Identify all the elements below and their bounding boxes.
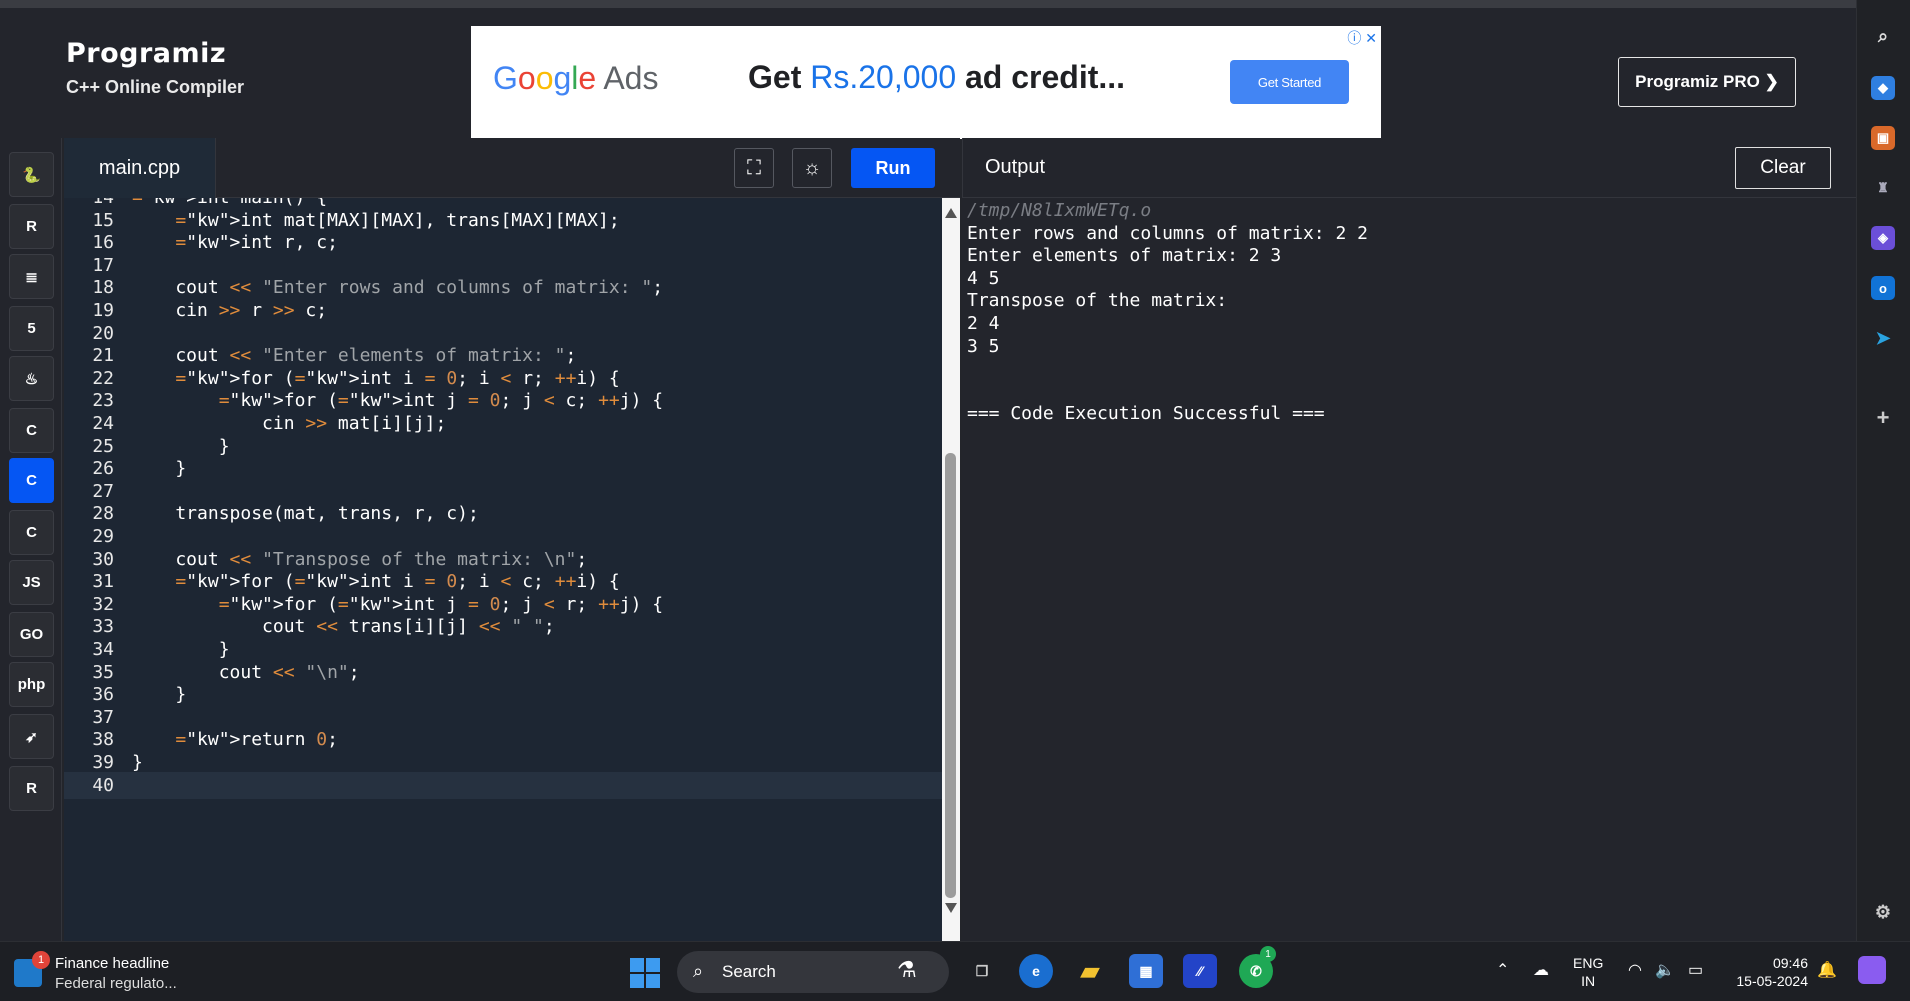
ad-get-started-button[interactable]: Get Started	[1230, 60, 1349, 104]
onedrive-icon[interactable]: ☁	[1533, 960, 1549, 980]
copilot-taskbar-icon[interactable]	[1858, 956, 1886, 984]
code-editor[interactable]: 14="kw">int main() {15 ="kw">int mat[MAX…	[64, 198, 942, 941]
editor-toolbar: main.cpp ⛶ ☼ Run	[64, 138, 960, 198]
r-icon[interactable]: R	[9, 204, 54, 249]
settings-gear-icon[interactable]: ⚙	[1871, 900, 1895, 924]
code-line[interactable]: 40	[64, 771, 942, 799]
editor-scrollbar[interactable]	[942, 198, 960, 941]
wifi-icon[interactable]: ◠	[1628, 960, 1642, 980]
top-bar: Programiz C++ Online Compiler Google Ads…	[0, 0, 1856, 139]
tab-main-cpp[interactable]: main.cpp	[64, 138, 216, 198]
store-icon[interactable]: ▦	[1129, 954, 1163, 988]
rust-icon[interactable]: R	[9, 766, 54, 811]
battery-icon[interactable]: ▭	[1688, 960, 1703, 980]
clear-button[interactable]: Clear	[1735, 147, 1831, 189]
shopping-tag-icon[interactable]: ◆	[1871, 76, 1895, 100]
notification-bell-icon[interactable]: 🔔	[1817, 960, 1837, 980]
brand[interactable]: Programiz C++ Online Compiler	[66, 38, 244, 98]
java-icon[interactable]: ♨	[9, 356, 54, 401]
add-icon[interactable]: +	[1871, 405, 1895, 430]
browser-side-panel: ⌕ ◆ ▣ ♜ ◈ o ➤ + ⚙	[1856, 0, 1910, 941]
output-line: Enter rows and columns of matrix: 2 2	[967, 222, 1368, 244]
tools-icon[interactable]: ▣	[1871, 126, 1895, 150]
edge-browser-icon[interactable]: e	[1019, 954, 1053, 988]
windows-start-icon[interactable]	[630, 958, 660, 988]
js-icon[interactable]: JS	[9, 560, 54, 605]
cpp-icon[interactable]: C	[9, 458, 54, 503]
input-language[interactable]: ENG IN	[1573, 954, 1603, 990]
copilot-icon[interactable]: ◈	[1871, 226, 1895, 250]
output-line: 2 4	[967, 313, 1000, 334]
php-icon[interactable]: php	[9, 662, 54, 707]
output-line: 4 5	[967, 267, 1000, 289]
scrollbar-thumb[interactable]	[945, 453, 956, 898]
task-view-icon[interactable]: ❐	[965, 954, 999, 988]
clock[interactable]: 09:46 15-05-2024	[1726, 954, 1808, 990]
chevron-up-icon[interactable]: ⌃	[1496, 960, 1509, 980]
scroll-down-icon[interactable]	[945, 903, 957, 913]
search-icon[interactable]: ⌕	[1871, 24, 1895, 48]
app-window: Programiz C++ Online Compiler Google Ads…	[0, 0, 1910, 1001]
html-icon[interactable]: 5	[9, 306, 54, 351]
app-icon[interactable]: ⁄⁄	[1183, 954, 1217, 988]
google-ads-logo: Google Ads	[493, 60, 659, 96]
fullscreen-icon[interactable]: ⛶	[734, 148, 774, 188]
ad-headline: Get Rs.20,000 ad credit...	[748, 59, 1126, 95]
output-line: 3 5	[967, 335, 1000, 357]
search-highlight-icon: ⚗	[897, 957, 917, 982]
scroll-up-icon[interactable]	[945, 208, 957, 218]
outlook-icon[interactable]: o	[1871, 276, 1895, 300]
whatsapp-badge: 1	[1260, 946, 1276, 962]
games-icon[interactable]: ♜	[1871, 176, 1895, 200]
csharp-icon[interactable]: C	[9, 510, 54, 555]
send-icon[interactable]: ➤	[1871, 326, 1895, 350]
file-explorer-icon[interactable]: ▰	[1073, 954, 1107, 988]
programiz-logo: Programiz	[66, 38, 227, 69]
run-button[interactable]: Run	[851, 148, 935, 188]
sql-icon[interactable]: ≣	[9, 254, 54, 299]
compiler-title: C++ Online Compiler	[66, 77, 245, 97]
output-header: Output Clear	[962, 138, 1856, 198]
output-title: Output	[985, 156, 1046, 178]
output-line: === Code Execution Successful ===	[967, 403, 1325, 425]
taskbar-search[interactable]: ⌕ Search ⚗	[677, 951, 949, 993]
go-icon[interactable]: GO	[9, 612, 54, 657]
news-subtitle: Federal regulato...	[55, 975, 177, 992]
output-line: Transpose of the matrix:	[967, 290, 1228, 312]
ad-close-icon[interactable]: ⓘ ✕	[1347, 28, 1377, 48]
google-ads-banner[interactable]: Google Ads Get Rs.20,000 ad credit... Ge…	[471, 26, 1381, 139]
output-console[interactable]: /tmp/N8lIxmWETq.o Enter rows and columns …	[962, 198, 1856, 941]
search-icon: ⌕	[693, 961, 704, 981]
theme-toggle-icon[interactable]: ☼	[792, 148, 832, 188]
language-sidebar: 🐍 R ≣ 5 ♨ C C C JS GO php ➶ R	[0, 138, 62, 941]
c-icon[interactable]: C	[9, 408, 54, 453]
volume-icon[interactable]: 🔈	[1655, 960, 1675, 980]
output-line: Enter elements of matrix: 2 3	[967, 245, 1282, 267]
line-number: 40	[92, 774, 114, 796]
news-badge: 1	[32, 951, 50, 969]
news-headline: Finance headline	[55, 955, 170, 972]
search-label: Search	[722, 962, 776, 981]
swift-icon[interactable]: ➶	[9, 714, 54, 759]
python-icon[interactable]: 🐍	[9, 152, 54, 197]
output-line: /tmp/N8lIxmWETq.o	[967, 200, 1152, 221]
programiz-pro-button[interactable]: Programiz PRO ❯	[1618, 57, 1796, 107]
windows-taskbar: 1 Finance headline Federal regulato... ⌕…	[0, 941, 1910, 1001]
